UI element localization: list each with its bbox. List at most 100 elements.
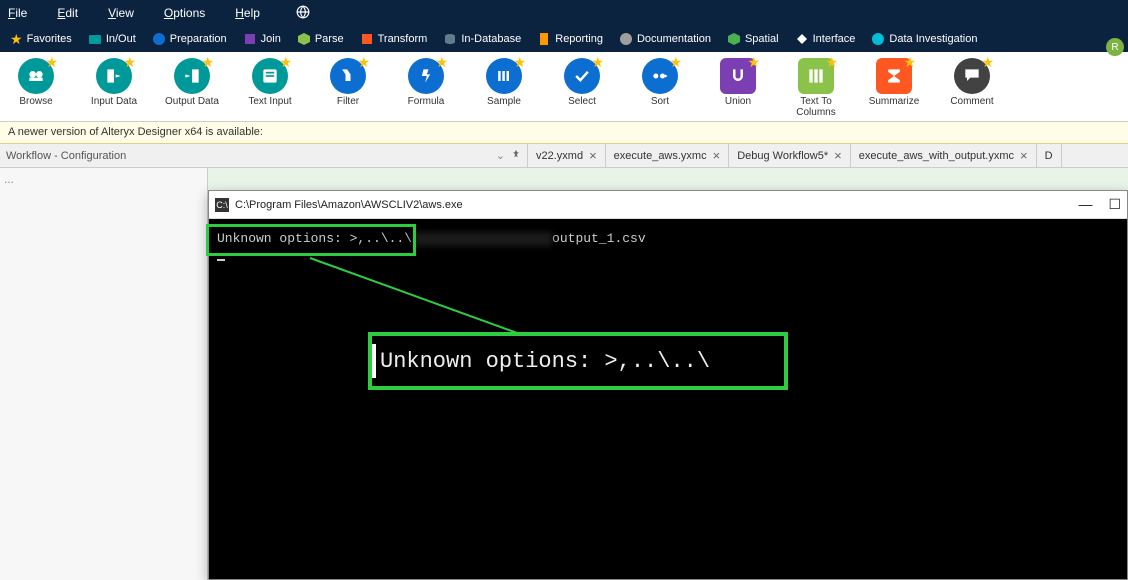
tab-item[interactable]: v22.yxmd × [528,144,606,167]
menu-file[interactable]: File [8,6,27,20]
cat-label: Spatial [745,33,779,45]
tool-label: Union [725,96,751,107]
lens-icon [871,32,885,46]
cat-parse[interactable]: Parse [291,30,350,48]
cat-reporting[interactable]: Reporting [531,30,609,48]
tool-union[interactable]: ★ Union [710,58,766,107]
config-placeholder: ... [4,172,14,186]
tool-texttocolumns[interactable]: ★ Text To Columns [788,58,844,118]
tool-sample[interactable]: ★ Sample [476,58,532,107]
cmd-titlebar[interactable]: C:\ C:\Program Files\Amazon\AWSCLIV2\aws… [209,191,1127,219]
close-icon[interactable]: × [834,148,842,163]
minimize-button[interactable]: — [1078,196,1092,213]
menu-options[interactable]: Options [164,6,205,20]
tool-filter[interactable]: ★ Filter [320,58,376,107]
close-icon[interactable]: × [1020,148,1028,163]
tool-label: Sort [651,96,669,107]
cat-preparation[interactable]: Preparation [146,30,233,48]
menu-view[interactable]: View [108,6,134,20]
diamond-icon [795,32,809,46]
cat-documentation[interactable]: Documentation [613,30,717,48]
doc-icon [537,32,551,46]
tool-outputdata[interactable]: ★ Output Data [164,58,220,107]
cat-interface[interactable]: Interface [789,30,862,48]
tool-label: Formula [408,96,445,107]
star-icon: ★ [669,54,682,71]
tabs-strip: v22.yxmd × execute_aws.yxmc × Debug Work… [528,144,1128,167]
menu-bar: File Edit View Options Help [0,0,1128,26]
tab-item[interactable]: D [1037,144,1062,167]
star-icon: ★ [591,54,604,71]
tool-label: Text Input [248,96,291,107]
star-icon: ★ [513,54,526,71]
tool-select[interactable]: ★ Select [554,58,610,107]
user-avatar[interactable]: R [1106,38,1124,56]
close-icon[interactable]: × [589,148,597,163]
close-icon[interactable]: × [713,148,721,163]
tool-formula[interactable]: ★ Formula [398,58,454,107]
config-panel-title: Workflow - Configuration ⌄ [0,144,528,167]
menu-edit[interactable]: Edit [57,6,78,20]
tool-label: Comment [950,96,993,107]
menu-help[interactable]: Help [235,6,260,20]
update-notification: A newer version of Alteryx Designer x64 … [0,122,1128,144]
cat-datainvestigation[interactable]: Data Investigation [865,30,983,48]
tool-ribbon: ★ Browse ★ Input Data ★ Output Data ★ Te… [0,52,1128,122]
tool-label: Browse [19,96,52,107]
redacted-text: xxxxx [412,232,552,246]
tool-browse[interactable]: ★ Browse [8,58,64,107]
cat-join[interactable]: Join [237,30,287,48]
star-icon: ★ [123,54,136,71]
tool-comment[interactable]: ★ Comment [944,58,1000,107]
annotation-zoom-box: Unknown options: >,..\..\ [368,332,788,390]
star-icon: ★ [903,54,916,71]
pin-icon[interactable] [511,149,521,162]
cat-label: Documentation [637,33,711,45]
tool-label: Text To Columns [788,96,844,118]
geo-icon [727,32,741,46]
folder-icon [88,32,102,46]
zoom-text: Unknown options: >,..\..\ [380,349,710,374]
cat-favorites[interactable]: ★ Favorites [4,29,78,50]
flag-icon [360,32,374,46]
cmd-title: C:\Program Files\Amazon\AWSCLIV2\aws.exe [235,199,463,211]
tool-inputdata[interactable]: ★ Input Data [86,58,142,107]
tab-label: execute_aws_with_output.yxmc [859,150,1014,162]
tool-summarize[interactable]: ★ Summarize [866,58,922,107]
tab-label: Debug Workflow5* [737,150,828,162]
star-icon: ★ [10,31,23,48]
star-icon: ★ [201,54,214,71]
cat-label: Transform [378,33,428,45]
panel-title-text: Workflow - Configuration [6,150,126,162]
cat-indatabase[interactable]: In-Database [437,30,527,48]
tool-textinput[interactable]: ★ Text Input [242,58,298,107]
cmd-output-suffix: output_1.csv [552,231,646,246]
cat-transform[interactable]: Transform [354,30,434,48]
cat-spatial[interactable]: Spatial [721,30,785,48]
cat-label: Interface [813,33,856,45]
tool-sort[interactable]: ★ Sort [632,58,688,107]
tab-label: D [1045,150,1053,162]
cmd-icon: C:\ [215,198,229,212]
note-icon [619,32,633,46]
cat-label: Preparation [170,33,227,45]
cmd-body[interactable]: Unknown options: >,..\..\ xxxxxoutput_1.c… [209,219,1127,579]
star-icon: ★ [981,54,994,71]
circle-icon [152,32,166,46]
star-icon: ★ [825,54,838,71]
cat-label: Join [261,33,281,45]
square-icon [243,32,257,46]
tool-label: Input Data [91,96,137,107]
star-icon: ★ [747,54,760,71]
globe-icon[interactable] [296,5,310,22]
config-panel: ... [0,168,208,580]
maximize-button[interactable]: ☐ [1108,196,1121,213]
tab-item[interactable]: Debug Workflow5* × [729,144,851,167]
cat-inout[interactable]: In/Out [82,30,142,48]
cursor [217,259,225,261]
tab-item[interactable]: execute_aws_with_output.yxmc × [851,144,1037,167]
tab-item[interactable]: execute_aws.yxmc × [606,144,730,167]
cat-label: Parse [315,33,344,45]
mid-row: Workflow - Configuration ⌄ v22.yxmd × ex… [0,144,1128,168]
dropdown-icon[interactable]: ⌄ [496,149,505,162]
